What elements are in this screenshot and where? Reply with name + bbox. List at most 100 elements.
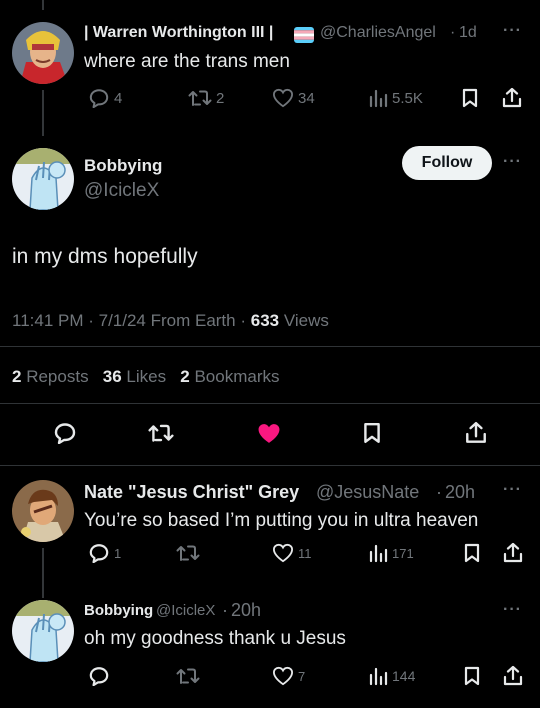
views-icon [369,89,388,108]
like-icon [272,543,294,563]
bookmark-icon [464,543,480,563]
reply2-dot: · [222,600,228,620]
avatar-bobbying[interactable] [12,148,74,210]
reply1-dot: · [436,482,442,502]
reply2-bookmark-button[interactable] [463,666,481,686]
thread-line-1 [42,90,44,136]
like-icon [258,424,280,443]
views-button[interactable]: 5.5K [368,88,423,108]
tweet1-display-name[interactable]: | Warren Worthington III | [84,24,273,42]
reply-icon [54,423,76,444]
main-handle[interactable]: @IcicleX [84,180,159,202]
main-stats: 2 Reposts 36 Likes 2 Bookmarks [12,367,280,387]
main-views-count: 633 [250,311,280,330]
divider-stats-bottom [0,403,540,404]
thread-line-2 [42,548,44,598]
views-icon [369,544,388,563]
avatar-nate[interactable] [12,480,74,542]
reply2-like-button[interactable]: 7 [272,666,305,686]
like-button[interactable]: 34 [272,88,315,108]
main-text: in my dms hopefully [12,245,198,268]
bookmarks-label: Bookmarks [194,367,280,386]
share-button[interactable] [502,87,522,109]
reply2-views: 144 [392,668,416,684]
repost-icon [176,545,200,561]
reposts-count: 2 [12,367,22,386]
reply1-time[interactable]: 20h [445,482,475,503]
main-views-label: Views [283,311,329,330]
repost-button[interactable]: 2 [188,88,224,108]
repost-icon [188,90,212,106]
reply1-reply-button[interactable]: 1 [88,543,121,563]
tweet1-time[interactable]: 1d [459,24,477,42]
thread-line-top [42,0,44,10]
tweet1-likes: 34 [298,89,315,107]
reply1-handle[interactable]: @JesusNate [316,482,419,503]
reply-icon [89,89,109,108]
tweet1-handle[interactable]: @CharliesAngel [320,24,436,42]
likes-count: 36 [102,367,122,386]
main-display-name[interactable]: Bobbying [84,156,162,176]
share-icon [502,87,522,108]
likes-label: Likes [126,367,167,386]
like-icon [272,666,294,686]
more-icon[interactable]: ··· [503,601,522,619]
main-share-button[interactable] [465,421,487,445]
avatar-bobbying-reply[interactable] [12,600,74,662]
avatar-warren[interactable] [12,22,74,84]
more-icon[interactable]: ··· [503,481,522,499]
reply2-views-button[interactable]: 144 [368,666,415,686]
bookmarks-stat[interactable]: 2 Bookmarks [180,367,279,386]
more-icon[interactable]: ··· [503,22,522,40]
reply2-text: oh my goodness thank u Jesus [84,628,346,649]
reply1-bookmark-button[interactable] [463,543,481,563]
like-icon [272,88,294,108]
reply2-time[interactable]: 20h [231,600,261,621]
main-repost-button[interactable] [148,422,174,444]
share-icon [503,542,523,563]
main-like-button[interactable] [256,422,282,445]
divider-main-bottom [0,465,540,466]
bookmark-icon [462,88,478,108]
follow-button[interactable]: Follow [402,146,492,180]
reply2-repost-button[interactable] [176,666,200,686]
share-icon [503,665,523,686]
reply2-display-name[interactable]: Bobbying [84,602,153,619]
reply2-handle[interactable]: @IcicleX [156,602,215,619]
repost-icon [176,668,200,684]
bookmark-icon [364,422,380,444]
reply1-replies: 1 [114,545,122,561]
reply1-text: You’re so based I’m putting you in ultra… [84,510,479,531]
main-meta-time: 11:41 PM · 7/1/24 From Earth · [12,311,251,330]
repost-icon [148,424,174,442]
reply-button[interactable]: 4 [88,88,122,108]
more-icon[interactable]: ··· [503,153,522,171]
divider-stats-top [0,346,540,347]
share-icon [466,421,486,443]
bookmark-icon [464,666,480,686]
reply1-likes: 11 [298,545,312,561]
likes-stat[interactable]: 36 Likes [103,367,166,386]
reply1-repost-button[interactable] [176,543,200,563]
reply2-share-button[interactable] [503,665,523,687]
reposts-label: Reposts [26,367,89,386]
bookmarks-count: 2 [180,367,190,386]
trans-flag-icon [294,27,314,43]
tweet1-replies: 4 [114,89,123,107]
reply-icon [89,667,109,686]
main-bookmark-button[interactable] [362,422,382,444]
reply1-like-button[interactable]: 11 [272,543,312,563]
views-icon [369,667,388,686]
reply1-share-button[interactable] [503,542,523,564]
main-reply-button[interactable] [53,422,77,444]
tweet1-dot: · [450,24,456,41]
reply2-reply-button[interactable] [88,666,110,686]
reply1-views-button[interactable]: 171 [368,543,414,563]
bookmark-button[interactable] [461,88,479,108]
main-meta: 11:41 PM · 7/1/24 From Earth · 633 Views [12,311,329,331]
tweet1-text: where are the trans men [84,51,290,72]
reply2-likes: 7 [298,668,306,684]
reposts-stat[interactable]: 2 Reposts [12,367,89,386]
reply1-display-name[interactable]: Nate "Jesus Christ" Grey [84,482,299,503]
tweet1-views: 5.5K [392,89,423,107]
